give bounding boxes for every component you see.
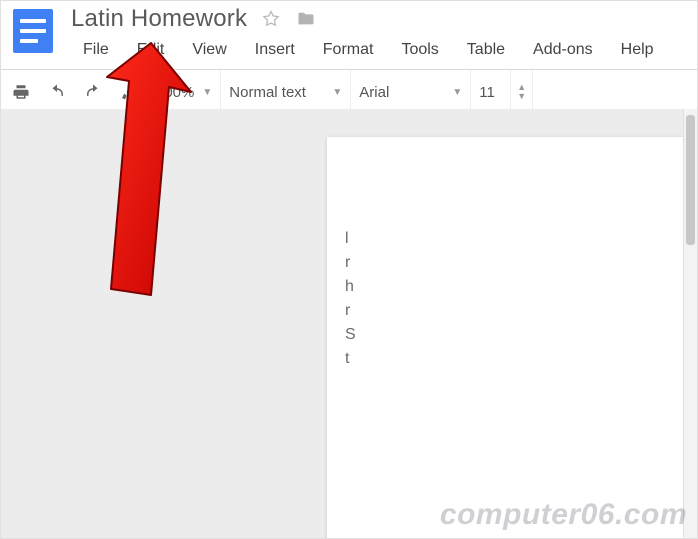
star-icon[interactable]: [261, 9, 281, 29]
font-family-select[interactable]: Arial ▼: [351, 70, 471, 114]
paragraph-style-select[interactable]: Normal text ▼: [221, 70, 351, 114]
print-icon[interactable]: [11, 83, 31, 101]
page-text-stub: l r h r S t: [345, 227, 697, 371]
menu-addons[interactable]: Add-ons: [519, 37, 607, 63]
menu-view[interactable]: View: [178, 37, 240, 63]
menu-help[interactable]: Help: [607, 37, 668, 63]
paint-format-icon[interactable]: [119, 83, 137, 101]
paragraph-style-value: Normal text: [229, 84, 306, 101]
chevron-down-icon: ▼: [517, 92, 526, 101]
menu-format[interactable]: Format: [309, 37, 388, 63]
font-family-value: Arial: [359, 84, 389, 101]
scrollbar-thumb[interactable]: [686, 115, 695, 245]
menu-table[interactable]: Table: [453, 37, 519, 63]
zoom-select[interactable]: 100% ▼: [148, 70, 221, 114]
document-page[interactable]: l r h r S t: [327, 137, 697, 538]
vertical-scrollbar[interactable]: [683, 109, 697, 538]
font-size-value: 11: [479, 84, 495, 101]
menu-file[interactable]: File: [69, 37, 123, 63]
redo-icon[interactable]: [83, 83, 103, 101]
menu-edit[interactable]: Edit: [123, 37, 179, 63]
menu-insert[interactable]: Insert: [241, 37, 309, 63]
toolbar: 100% ▼ Normal text ▼ Arial ▼ 11 ▲ ▼: [1, 70, 697, 114]
app-logo[interactable]: [1, 5, 65, 53]
undo-icon[interactable]: [47, 83, 67, 101]
menubar: File Edit View Insert Format Tools Table…: [65, 33, 697, 69]
editor-canvas[interactable]: l r h r S t: [1, 109, 697, 538]
chevron-down-icon: ▼: [452, 87, 462, 98]
font-size-select[interactable]: 11: [471, 70, 511, 114]
folder-icon[interactable]: [295, 9, 317, 29]
watermark: computer06.com: [440, 498, 687, 532]
chevron-down-icon: ▼: [332, 87, 342, 98]
font-size-stepper[interactable]: ▲ ▼: [511, 70, 533, 114]
document-title[interactable]: Latin Homework: [71, 5, 247, 33]
zoom-value: 100%: [156, 84, 194, 101]
menu-tools[interactable]: Tools: [387, 37, 452, 63]
chevron-down-icon: ▼: [202, 87, 212, 98]
